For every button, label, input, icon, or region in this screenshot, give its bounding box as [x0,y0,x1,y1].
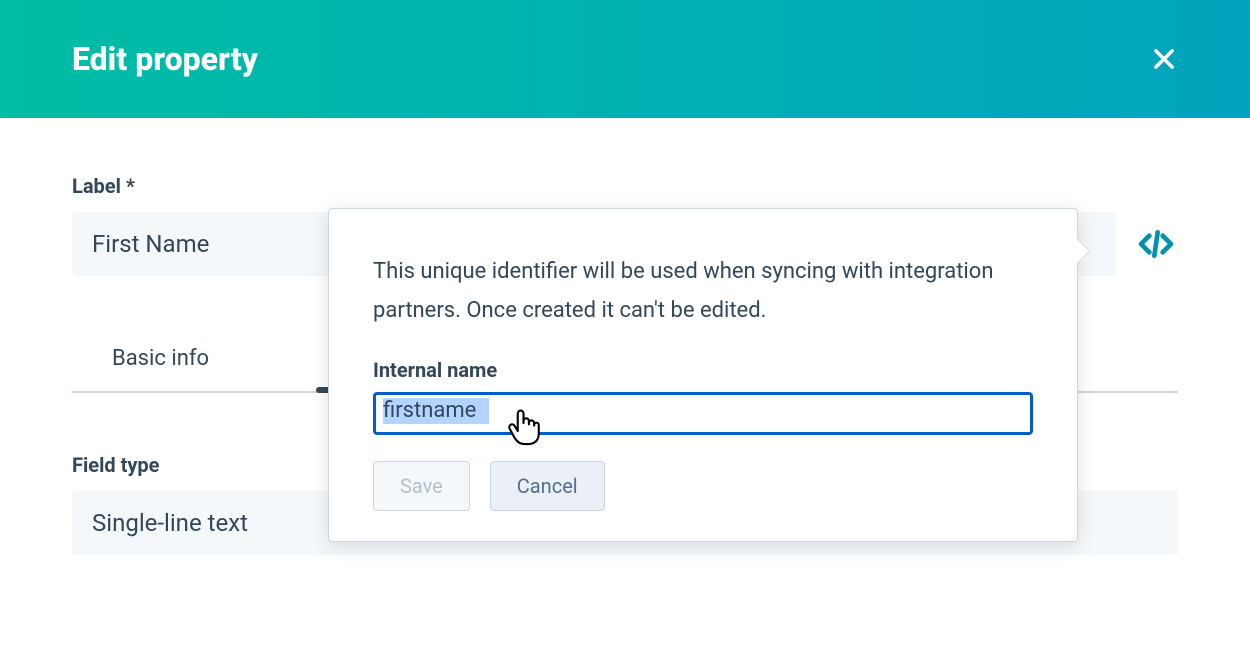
internal-name-label: Internal name [373,358,1033,382]
internal-name-input-wrap: firstname [373,392,1033,435]
save-button[interactable]: Save [373,461,470,511]
close-button[interactable] [1150,45,1178,73]
internal-name-input[interactable] [373,392,1033,435]
label-field-label: Label * [72,174,1178,198]
panel-header: Edit property [0,0,1250,118]
internal-name-toggle[interactable] [1134,212,1178,276]
popover-buttons: Save Cancel [373,461,1033,511]
code-icon [1136,224,1176,264]
popover-description: This unique identifier will be used when… [373,253,1033,330]
close-icon [1150,45,1178,73]
internal-name-popover: This unique identifier will be used when… [328,208,1078,542]
tab-basic-info[interactable]: Basic info [72,346,249,391]
cancel-button[interactable]: Cancel [490,461,605,511]
panel-title: Edit property [72,40,258,78]
